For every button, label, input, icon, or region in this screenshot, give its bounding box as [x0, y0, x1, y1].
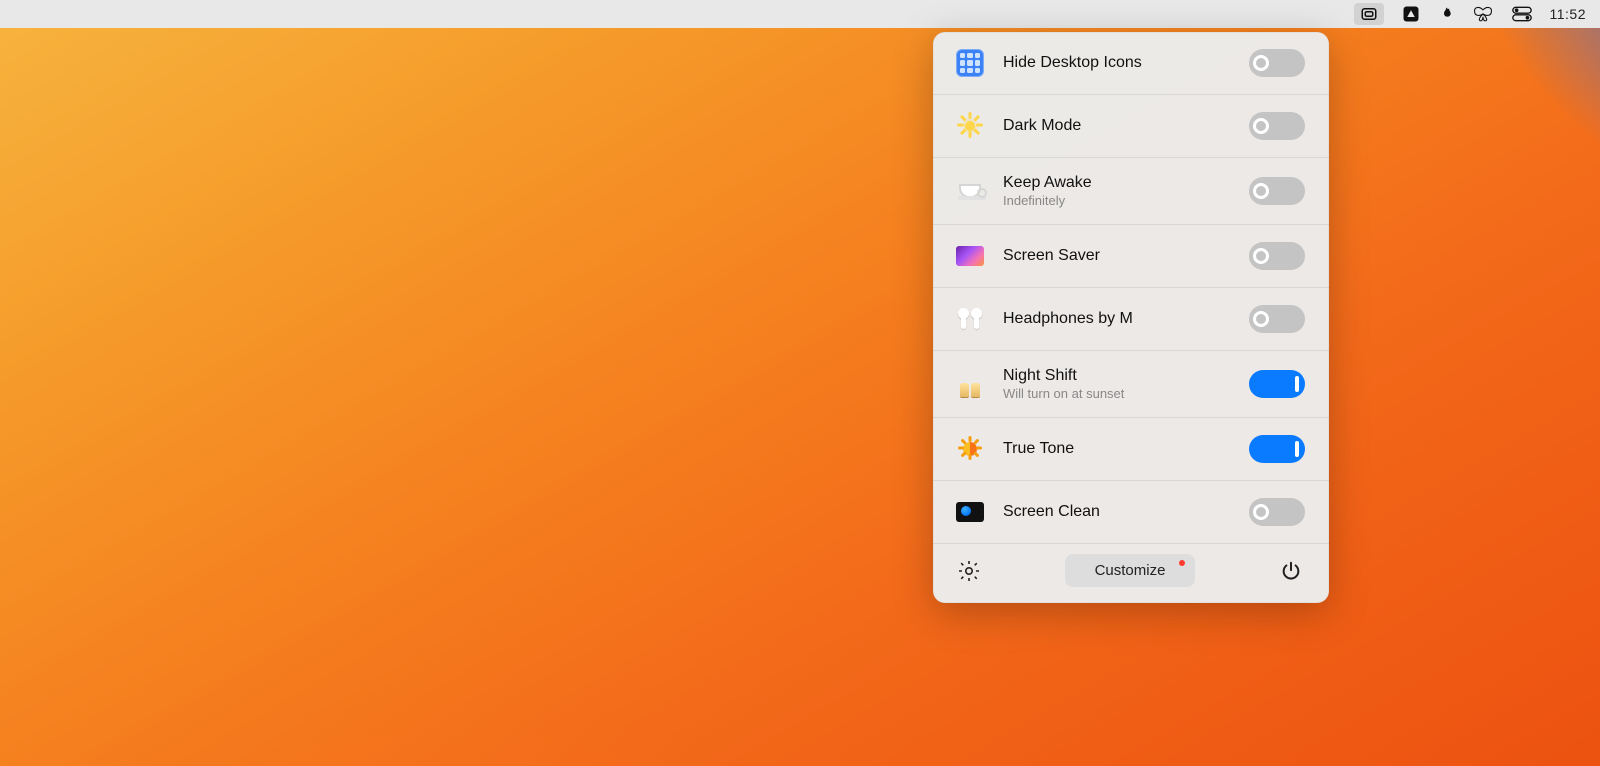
true-tone-icon [955, 434, 985, 464]
row-label: Headphones by M [1003, 310, 1231, 328]
row-keep-awake[interactable]: Keep Awake Indefinitely [933, 158, 1329, 225]
power-icon[interactable] [1277, 557, 1305, 585]
sun-icon [955, 111, 985, 141]
row-sublabel: Will turn on at sunset [1003, 386, 1231, 401]
popover-footer: Customize [933, 544, 1329, 599]
row-label: Screen Clean [1003, 503, 1231, 521]
row-label: True Tone [1003, 440, 1231, 458]
lamp-icon [955, 369, 985, 399]
row-label: Night Shift [1003, 367, 1231, 385]
airpods-icon [955, 304, 985, 334]
menubar-flame-icon[interactable] [1438, 0, 1454, 28]
menubar-triangle-icon[interactable] [1402, 0, 1420, 28]
row-label: Dark Mode [1003, 117, 1231, 135]
row-headphones[interactable]: Headphones by M [933, 288, 1329, 351]
control-popover: Hide Desktop Icons Dark Mode Keep [933, 32, 1329, 603]
coffee-cup-icon [955, 176, 985, 206]
menubar-app-icon[interactable] [1354, 3, 1384, 25]
menubar-toggles-icon[interactable] [1512, 0, 1532, 28]
row-screen-clean[interactable]: Screen Clean [933, 481, 1329, 544]
screen-clean-icon [955, 497, 985, 527]
row-true-tone[interactable]: True Tone [933, 418, 1329, 481]
grid-icon [955, 48, 985, 78]
menubar: 11:52 [0, 0, 1600, 28]
menubar-clock[interactable]: 11:52 [1550, 0, 1587, 28]
toggle-keep-awake[interactable] [1249, 177, 1305, 205]
toggle-night-shift[interactable] [1249, 370, 1305, 398]
menubar-butterfly-icon[interactable] [1472, 0, 1494, 28]
toggle-screen-clean[interactable] [1249, 498, 1305, 526]
row-screen-saver[interactable]: Screen Saver [933, 225, 1329, 288]
toggle-dark-mode[interactable] [1249, 112, 1305, 140]
toggle-headphones[interactable] [1249, 305, 1305, 333]
row-night-shift[interactable]: Night Shift Will turn on at sunset [933, 351, 1329, 418]
screensaver-icon [955, 241, 985, 271]
row-label: Keep Awake [1003, 174, 1231, 192]
toggle-hide-desktop[interactable] [1249, 49, 1305, 77]
row-dark-mode[interactable]: Dark Mode [933, 95, 1329, 158]
toggle-true-tone[interactable] [1249, 435, 1305, 463]
row-sublabel: Indefinitely [1003, 193, 1231, 208]
row-label: Screen Saver [1003, 247, 1231, 265]
toggle-screen-saver[interactable] [1249, 242, 1305, 270]
gear-icon[interactable] [955, 557, 983, 585]
customize-button[interactable]: Customize [1065, 554, 1196, 587]
row-label: Hide Desktop Icons [1003, 54, 1231, 72]
customize-label: Customize [1095, 562, 1166, 579]
row-hide-desktop[interactable]: Hide Desktop Icons [933, 32, 1329, 95]
desktop-wallpaper [0, 28, 1600, 766]
notification-dot-icon [1179, 560, 1185, 566]
